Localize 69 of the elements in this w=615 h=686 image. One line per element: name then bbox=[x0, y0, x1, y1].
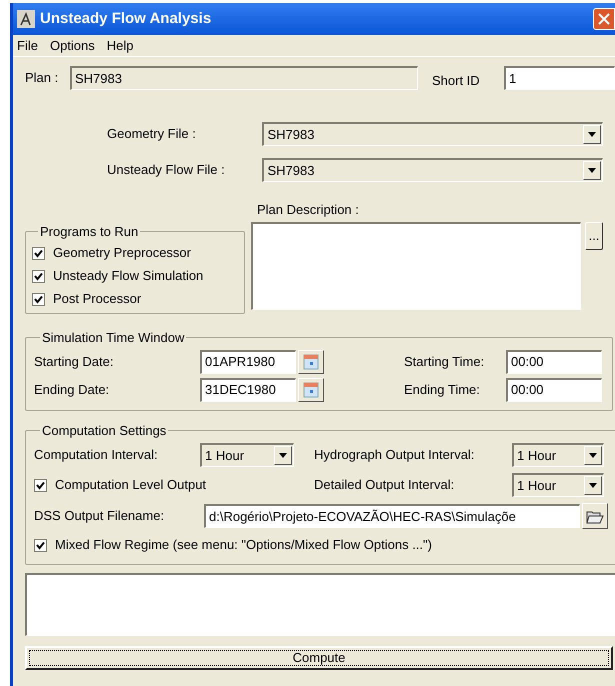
field-label: Detailed Output Interval: bbox=[314, 476, 456, 494]
field-label: Short ID bbox=[432, 72, 481, 90]
checkbox-label: Mixed Flow Regime (see menu: "Options/Mixed Flow Options ...") bbox=[55, 536, 432, 554]
calendar-button[interactable] bbox=[298, 378, 324, 402]
open-folder-button[interactable] bbox=[582, 503, 608, 529]
field-label: Computation Interval: bbox=[34, 446, 159, 464]
app-icon bbox=[17, 10, 35, 28]
field-label: Geometry File : bbox=[107, 125, 197, 144]
checkbox[interactable] bbox=[32, 246, 45, 260]
browse-button[interactable]: ... bbox=[585, 222, 603, 250]
dropdown-button[interactable] bbox=[583, 161, 601, 180]
field-label: Unsteady Flow File : bbox=[107, 161, 226, 180]
dropdown[interactable]: SH7983 bbox=[262, 122, 603, 146]
dropdown-value: 1 Hour bbox=[517, 446, 556, 465]
menu-item[interactable]: Help bbox=[106, 36, 134, 56]
dropdown-button[interactable] bbox=[584, 446, 602, 465]
checkbox-label: Computation Level Output bbox=[55, 476, 206, 494]
group-title: Programs to Run bbox=[39, 223, 140, 241]
caret-icon bbox=[588, 132, 596, 137]
group-title: Simulation Time Window bbox=[41, 329, 186, 347]
date-field[interactable]: 01APR1980 bbox=[200, 350, 296, 374]
dropdown-button[interactable] bbox=[583, 125, 601, 144]
field-label: Ending Date: bbox=[34, 380, 110, 399]
checkbox[interactable] bbox=[34, 538, 47, 552]
close-button[interactable] bbox=[593, 8, 615, 30]
field-label: Plan : bbox=[25, 69, 60, 88]
menu-item[interactable]: File bbox=[17, 36, 38, 56]
close-icon bbox=[598, 13, 610, 25]
field-label: Starting Date: bbox=[34, 352, 114, 371]
dropdown-value: 1 Hour bbox=[517, 476, 556, 495]
calendar-button[interactable] bbox=[298, 350, 324, 374]
dropdown-button[interactable] bbox=[274, 446, 292, 465]
dropdown-value: 1 Hour bbox=[205, 446, 244, 465]
caret-icon bbox=[589, 483, 597, 488]
compute-button[interactable]: Compute bbox=[25, 646, 613, 670]
short-id-field[interactable]: 1 bbox=[504, 66, 615, 90]
caret-icon bbox=[279, 453, 287, 458]
field-label: Starting Time: bbox=[404, 352, 486, 371]
dropdown[interactable]: 1 Hour bbox=[200, 443, 294, 467]
folder-icon bbox=[586, 508, 604, 524]
filename-field[interactable]: d:\Rogério\Projeto-ECOVAZÃO\HEC-RAS\Simulaçõe bbox=[204, 504, 580, 528]
checkbox[interactable] bbox=[32, 270, 45, 282]
dropdown[interactable]: 1 Hour bbox=[512, 473, 604, 497]
group-title: Computation Settings bbox=[41, 422, 168, 440]
field-label: DSS Output Filename: bbox=[34, 507, 166, 526]
checkbox-label: Unsteady Flow Simulation bbox=[53, 267, 204, 286]
checkbox[interactable] bbox=[32, 292, 45, 306]
dropdown[interactable]: 1 Hour bbox=[512, 443, 604, 467]
date-field[interactable]: 31DEC1980 bbox=[200, 378, 296, 402]
field-label: Plan Description : bbox=[257, 201, 360, 219]
field-label: Hydrograph Output Interval: bbox=[314, 446, 476, 464]
window-title: Unsteady Flow Analysis bbox=[40, 8, 212, 29]
plan-field[interactable]: SH7983 bbox=[70, 66, 418, 90]
field-label: Ending Time: bbox=[404, 380, 481, 399]
dropdown-value: SH7983 bbox=[267, 162, 314, 180]
time-field[interactable]: 00:00 bbox=[506, 350, 602, 374]
caret-icon bbox=[589, 453, 597, 458]
time-field[interactable]: 00:00 bbox=[506, 378, 602, 402]
checkbox[interactable] bbox=[34, 478, 47, 492]
checkbox-label: Post Processor bbox=[53, 290, 142, 308]
calendar-icon bbox=[303, 354, 319, 370]
dropdown-value: SH7983 bbox=[267, 126, 314, 144]
description-box[interactable] bbox=[251, 222, 581, 310]
caret-icon bbox=[588, 168, 596, 173]
checkbox-label: Geometry Preprocessor bbox=[53, 244, 191, 262]
dropdown-button[interactable] bbox=[584, 476, 602, 495]
calendar-icon bbox=[303, 382, 319, 398]
dropdown[interactable]: SH7983 bbox=[262, 158, 603, 182]
menu-item[interactable]: Options bbox=[50, 36, 95, 56]
